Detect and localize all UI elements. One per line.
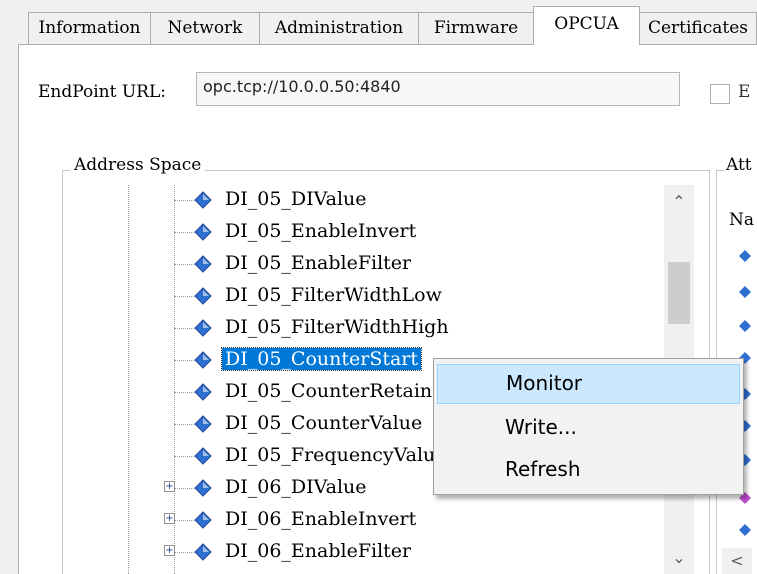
tab-bar: Information Network Administration Firmw… xyxy=(0,0,757,45)
tree-node-label[interactable]: DI_06_DIValue xyxy=(222,476,370,498)
chevron-left-icon[interactable]: < xyxy=(722,548,752,574)
tree-node-label[interactable]: DI_05_CounterRetain xyxy=(222,380,435,402)
tree-node-label[interactable]: DI_05_FilterWidthLow xyxy=(222,284,445,306)
menu-item-write[interactable]: Write... xyxy=(437,408,740,448)
context-menu: Monitor Write... Refresh xyxy=(433,358,744,495)
tree-connector xyxy=(174,200,196,201)
endpoint-checkbox-label: E xyxy=(738,82,751,102)
menu-item-refresh[interactable]: Refresh xyxy=(437,450,740,490)
plus-box-icon[interactable]: + xyxy=(164,513,175,524)
variable-node-icon xyxy=(194,351,212,369)
tab-opcua[interactable]: OPCUA xyxy=(533,6,640,45)
variable-node-icon xyxy=(194,191,212,209)
variable-node-icon xyxy=(194,223,212,241)
tree-connector xyxy=(174,520,196,521)
tree-node-label[interactable]: DI_05_FrequencyValue xyxy=(222,444,450,466)
attribute-node-icon xyxy=(738,284,752,298)
plus-box-icon[interactable]: + xyxy=(164,545,175,556)
menu-item-monitor[interactable]: Monitor xyxy=(437,364,740,404)
variable-node-icon xyxy=(194,255,212,273)
tab-firmware[interactable]: Firmware xyxy=(418,12,534,44)
attributes-name-column[interactable]: Na xyxy=(729,210,754,230)
tree-connector xyxy=(174,456,196,457)
tab-information[interactable]: Information xyxy=(28,12,151,44)
tree-node-label[interactable]: DI_06_EnableInvert xyxy=(222,508,419,530)
endpoint-checkbox[interactable] xyxy=(710,84,730,104)
attribute-node-icon xyxy=(738,248,752,262)
tree-node-label[interactable]: DI_05_CounterStart xyxy=(220,347,423,371)
attribute-node-icon xyxy=(738,522,752,536)
tree-node[interactable]: DI_05_EnableFilter xyxy=(70,249,664,279)
endpoint-url-field[interactable]: opc.tcp://10.0.0.50:4840 xyxy=(196,72,680,106)
variable-node-icon xyxy=(194,543,212,561)
tree-connector xyxy=(174,264,196,265)
tree-connector xyxy=(174,296,196,297)
attribute-node-icon xyxy=(738,318,752,332)
address-space-title: Address Space xyxy=(70,155,206,175)
tree-node-label[interactable]: DI_06_EnableFilter xyxy=(222,540,414,562)
variable-node-icon xyxy=(194,319,212,337)
tree-connector xyxy=(174,392,196,393)
tree-node-label[interactable]: DI_05_CounterValue xyxy=(222,412,425,434)
chevron-up-icon[interactable]: ⌃ xyxy=(664,189,694,215)
variable-node-icon xyxy=(194,287,212,305)
tree-node-label[interactable]: DI_05_EnableFilter xyxy=(222,252,414,274)
tree-connector xyxy=(174,232,196,233)
tree-connector xyxy=(174,328,196,329)
tree-node[interactable]: DI_05_DIValue xyxy=(70,185,664,215)
tree-node[interactable]: DI_05_EnableInvert xyxy=(70,217,664,247)
tab-certificates[interactable]: Certificates xyxy=(639,12,757,44)
chevron-down-icon[interactable]: ⌄ xyxy=(664,545,694,571)
scrollbar-thumb[interactable] xyxy=(668,262,690,324)
tree-node[interactable]: DI_05_FilterWidthHigh xyxy=(70,313,664,343)
endpoint-url-label: EndPoint URL: xyxy=(38,82,166,102)
tree-node[interactable]: DI_05_FilterWidthLow xyxy=(70,281,664,311)
variable-node-icon xyxy=(194,415,212,433)
variable-node-icon xyxy=(194,447,212,465)
attributes-title: Att xyxy=(724,155,757,175)
tree-node[interactable]: + DI_06_EnableFilter xyxy=(70,537,664,567)
tree-connector xyxy=(174,424,196,425)
tree-connector xyxy=(174,360,196,361)
tree-node-label[interactable]: DI_05_DIValue xyxy=(222,188,370,210)
tab-administration[interactable]: Administration xyxy=(259,12,419,44)
tree-node-label[interactable]: DI_05_FilterWidthHigh xyxy=(222,316,452,338)
variable-node-icon xyxy=(194,479,212,497)
variable-node-icon xyxy=(194,383,212,401)
tree-node[interactable]: + DI_06_EnableInvert xyxy=(70,505,664,535)
plus-box-icon[interactable]: + xyxy=(164,481,175,492)
tree-node-label[interactable]: DI_05_EnableInvert xyxy=(222,220,419,242)
tree-connector xyxy=(174,552,196,553)
variable-node-icon xyxy=(194,511,212,529)
tab-network[interactable]: Network xyxy=(150,12,260,44)
tree-connector xyxy=(174,488,196,489)
